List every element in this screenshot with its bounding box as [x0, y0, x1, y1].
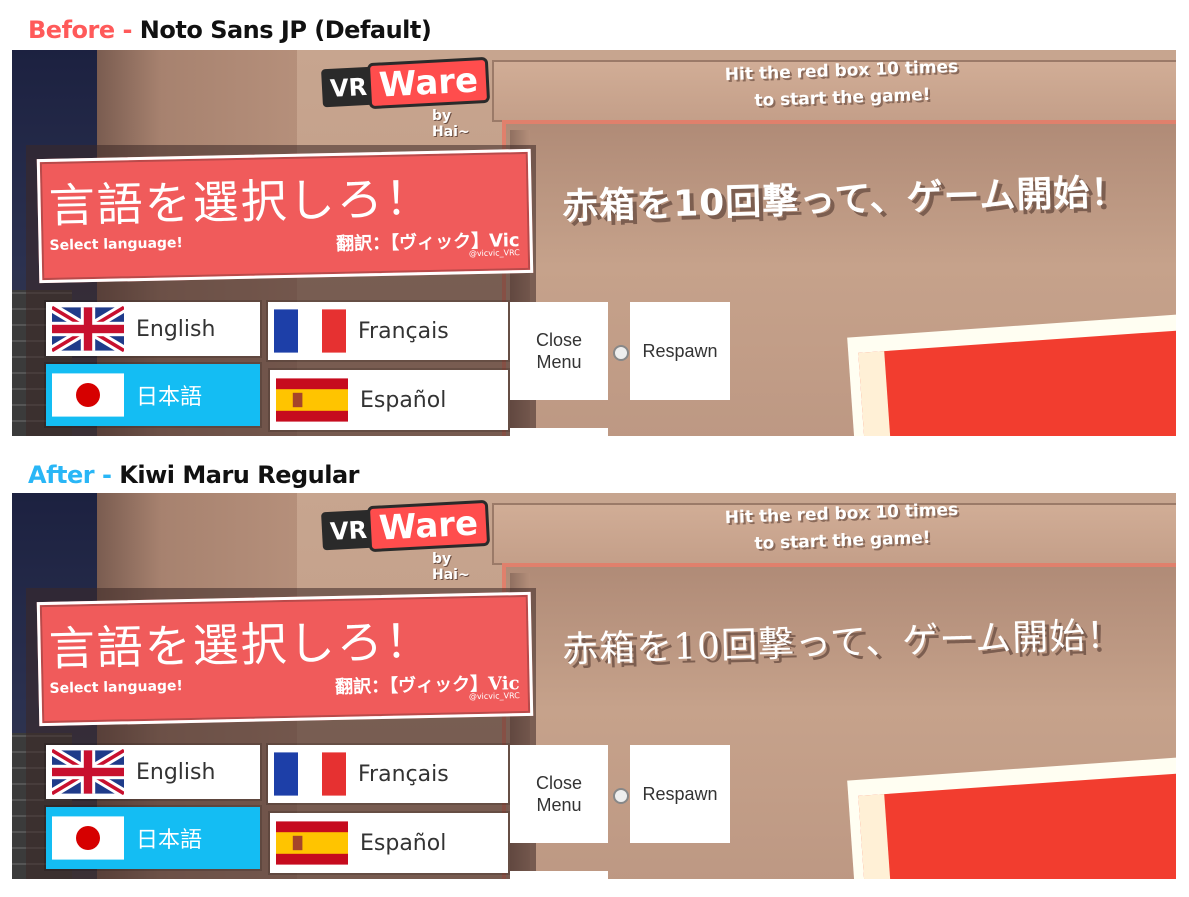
- respawn-label: Respawn: [642, 784, 718, 804]
- vrware-logo: VR Ware by Hai~: [321, 56, 491, 140]
- caption-after: After - Kiwi Maru Regular: [28, 461, 359, 489]
- vrware-logo: VR Ware by Hai~: [321, 499, 491, 583]
- logo-by: by Hai~: [432, 108, 470, 140]
- sign-handle: @vicvic_VRC: [468, 691, 520, 702]
- logo-by: by Hai~: [432, 551, 470, 583]
- language-label: Français: [358, 761, 449, 787]
- language-label: 日本語: [136, 385, 203, 410]
- spain-flag-icon: [276, 821, 348, 865]
- language-label: Español: [360, 387, 447, 413]
- close-label-line-1: Close: [535, 773, 583, 793]
- caption-before: Before - Noto Sans JP (Default): [28, 16, 432, 44]
- caption-font-name: Kiwi Maru Regular: [119, 461, 359, 489]
- sign-title: 言語を選択しろ！: [48, 613, 434, 676]
- france-flag-icon: [274, 309, 346, 353]
- language-sign: 言語を選択しろ！ Select language! 翻訳：【ヴィック】Vic @…: [36, 148, 534, 284]
- slider-knob[interactable]: [613, 788, 629, 804]
- language-button-espanol[interactable]: Español: [270, 813, 508, 873]
- respawn-button[interactable]: Respawn: [630, 302, 730, 400]
- start-hint: Hit the red box 10 times to start the ga…: [711, 496, 973, 559]
- language-button-francais[interactable]: Français: [268, 302, 508, 360]
- language-button-english[interactable]: English: [46, 745, 260, 799]
- sign-subtitle: Select language!: [49, 235, 184, 254]
- bottom-button-stub[interactable]: [510, 428, 608, 436]
- close-label-line-1: Close: [535, 330, 583, 350]
- close-label-line-2: Menu: [536, 352, 582, 372]
- close-menu-button[interactable]: Close Menu: [510, 302, 608, 400]
- language-button-espanol[interactable]: Español: [270, 370, 508, 430]
- japan-flag-icon: [52, 373, 124, 417]
- uk-flag-icon: [52, 749, 124, 795]
- start-hint: Hit the red box 10 times to start the ga…: [711, 53, 973, 116]
- close-menu-button[interactable]: Close Menu: [510, 745, 608, 843]
- respawn-button[interactable]: Respawn: [630, 745, 730, 843]
- uk-flag-icon: [52, 306, 124, 352]
- language-label: Français: [358, 318, 449, 344]
- france-flag-icon: [274, 752, 346, 796]
- spain-flag-icon: [276, 378, 348, 422]
- language-label: 日本語: [136, 828, 203, 853]
- language-label: English: [136, 316, 216, 342]
- logo-ware: Ware: [366, 499, 491, 553]
- language-label: English: [136, 759, 216, 785]
- language-button-english[interactable]: English: [46, 302, 260, 356]
- caption-tag: After -: [28, 461, 112, 489]
- language-sign: 言語を選択しろ！ Select language! 翻訳：【ヴィック】Vic @…: [36, 591, 534, 727]
- screenshot-before: VR Ware by Hai~ Hit the red box 10 times…: [12, 50, 1176, 436]
- caption-font-name: Noto Sans JP (Default): [139, 16, 432, 44]
- language-button-japanese[interactable]: 日本語: [46, 364, 260, 426]
- japan-flag-icon: [52, 816, 124, 860]
- logo-vr: VR: [321, 66, 375, 108]
- bottom-button-stub[interactable]: [510, 871, 608, 879]
- sign-handle: @vicvic_VRC: [468, 248, 520, 259]
- screenshot-after: VR Ware by Hai~ Hit the red box 10 times…: [12, 493, 1176, 879]
- language-button-japanese[interactable]: 日本語: [46, 807, 260, 869]
- respawn-label: Respawn: [642, 341, 718, 361]
- logo-ware: Ware: [366, 56, 491, 110]
- language-button-francais[interactable]: Français: [268, 745, 508, 803]
- sign-title: 言語を選択しろ！: [48, 170, 434, 233]
- slider-knob[interactable]: [613, 345, 629, 361]
- sign-subtitle: Select language!: [49, 678, 184, 697]
- language-label: Español: [360, 830, 447, 856]
- caption-tag: Before -: [28, 16, 132, 44]
- logo-vr: VR: [321, 509, 375, 551]
- close-label-line-2: Menu: [536, 795, 582, 815]
